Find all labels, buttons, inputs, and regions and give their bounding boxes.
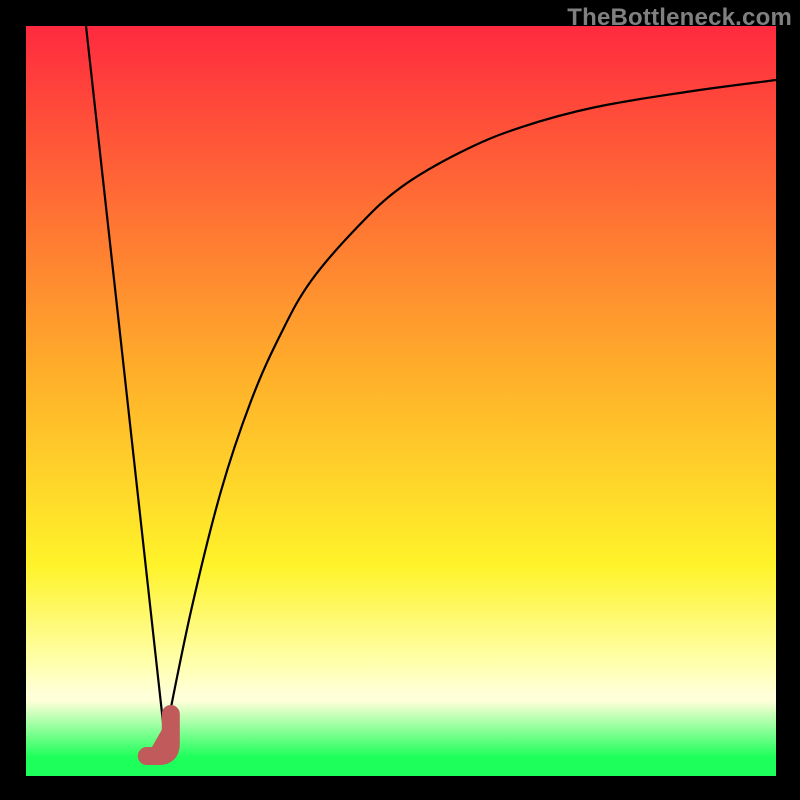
series-right-curve [165,80,776,739]
curves-layer [26,26,776,776]
plot-area [26,26,776,776]
chart-stage: TheBottleneck.com [0,0,800,800]
vertex-blob [147,714,171,756]
series-left-descent [86,26,165,739]
